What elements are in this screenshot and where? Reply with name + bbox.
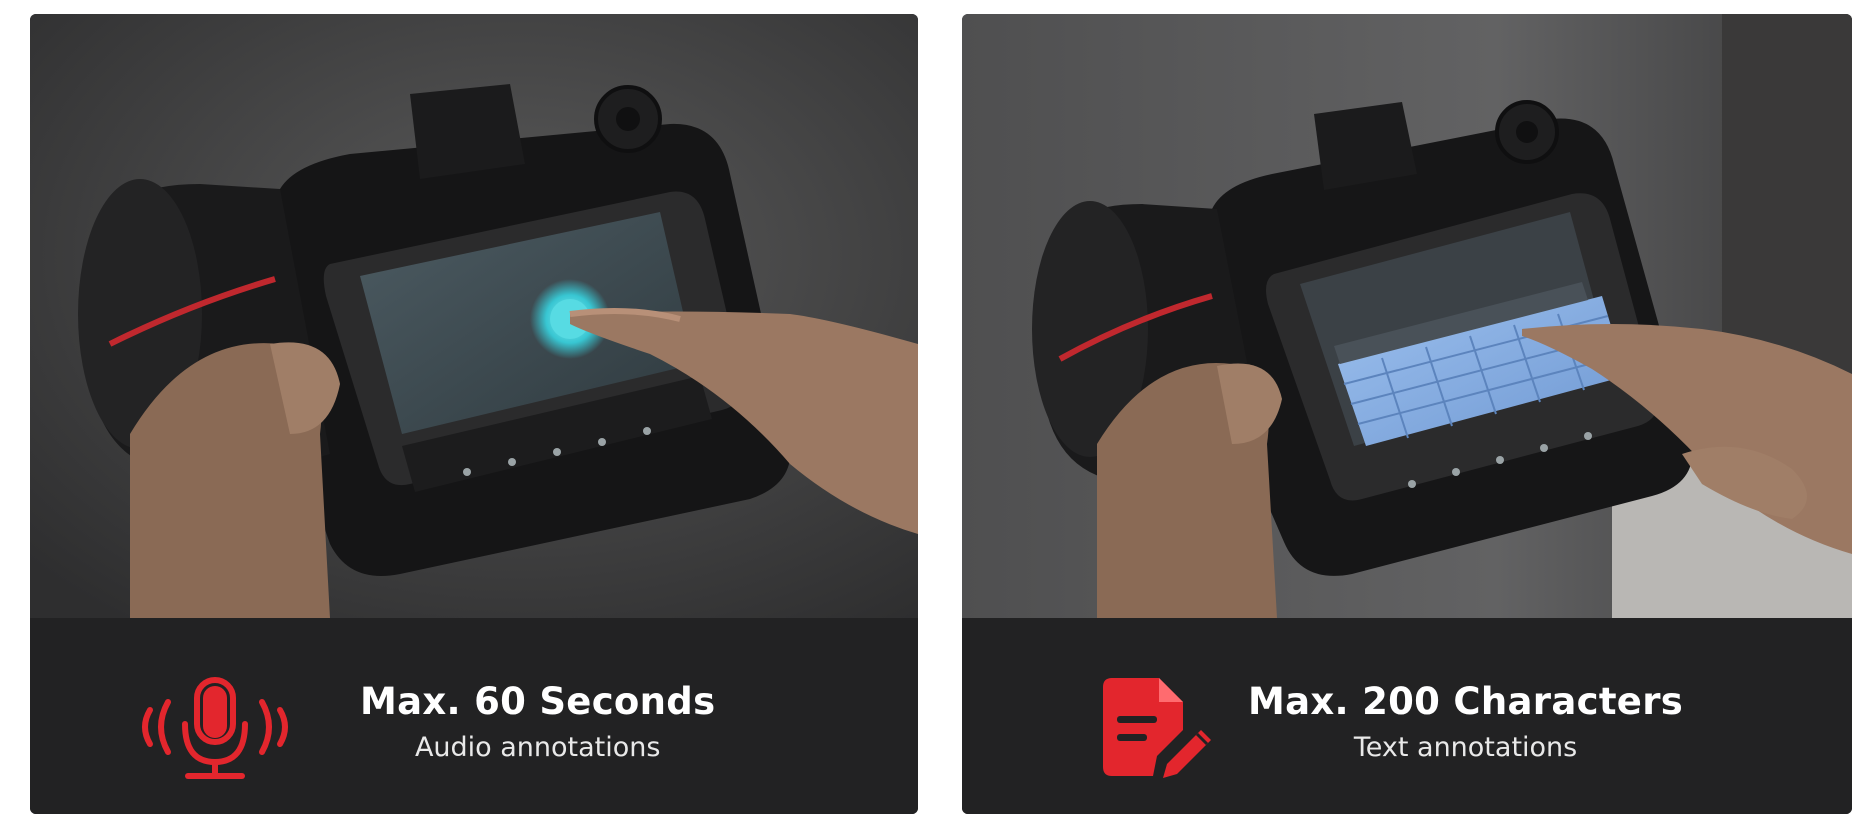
audio-caption: Max. 60 Seconds Audio annotations	[30, 618, 918, 814]
audio-annotation-panel: Max. 60 Seconds Audio annotations	[30, 14, 918, 814]
audio-title: Max. 60 Seconds	[360, 680, 716, 723]
audio-subtitle: Audio annotations	[414, 732, 661, 763]
camera-text-photo	[962, 14, 1852, 618]
text-annotation-panel: Max. 200 Characters Text annotations	[962, 14, 1852, 814]
camera-audio-photo	[30, 14, 918, 618]
microphone-icon	[142, 677, 288, 779]
audio-caption-text: Max. 60 Seconds Audio annotations	[360, 680, 715, 768]
text-caption-text: Max. 200 Characters Text annotations	[1248, 680, 1683, 768]
document-pen-icon	[1103, 678, 1211, 778]
text-title: Max. 200 Characters	[1248, 680, 1684, 723]
text-caption: Max. 200 Characters Text annotations	[962, 618, 1852, 814]
text-subtitle: Text annotations	[1353, 732, 1578, 763]
